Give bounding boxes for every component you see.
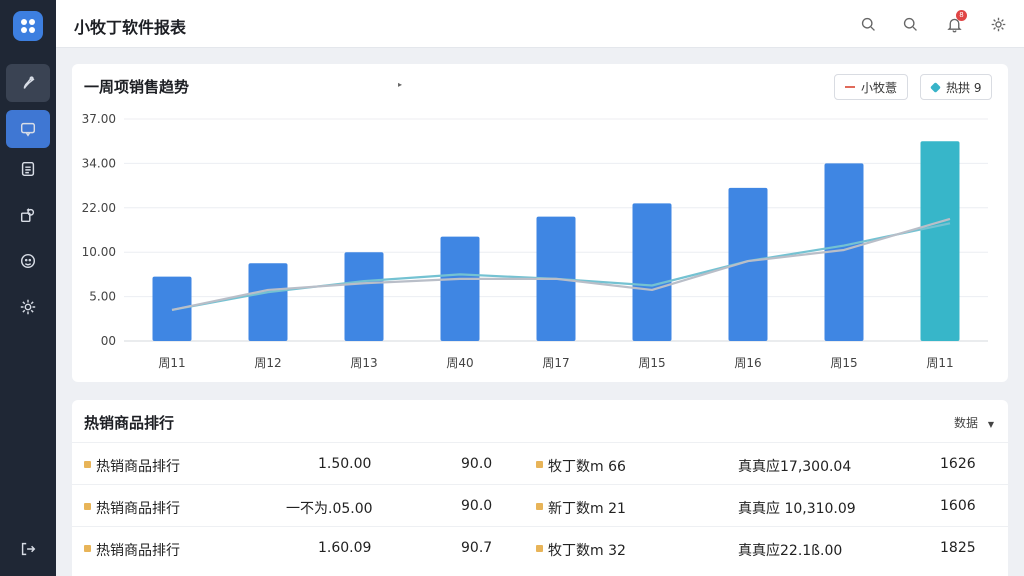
search-button[interactable] [858,14,878,34]
x-tick-label: 周15 [830,356,857,370]
sales-trend-chart: 37.00 34.00 22.00 10.00 5.00 00 周11 周12 周13 周40 周1… [82,112,988,370]
app-title: 小牧丁软件报表 [74,18,187,37]
x-tick-label: 周16 [734,356,761,370]
sales-trend-card: 37.00 34.00 22.00 10.00 5.00 00 周11 周12 周13 周40 周1… [72,64,1008,382]
sidebar-item-layers[interactable] [6,196,50,234]
sidebar-item-settings[interactable] [6,288,50,326]
search-icon [861,17,875,31]
chart-bar [344,252,384,341]
sidebar-item-documents[interactable] [6,150,50,188]
row-count: 1825 [940,540,976,556]
row-value1: 1.60.09 [318,540,372,556]
hexagon-swatch-icon [930,81,941,93]
y-tick-label: 37.00 [82,112,116,126]
row-marker-icon [84,545,91,552]
product-marker-icon [536,503,543,510]
chart-title: 一周项销售趋势 [84,78,190,96]
row-product: 牧丁数m 66 [548,459,626,475]
table-title: 热销商品排行 [84,414,175,432]
legend-series-1[interactable]: 小牧薏 [834,74,909,100]
product-marker-icon [536,545,543,552]
row-amount: 真真应 10,310.09 [738,501,856,517]
x-tick-label: 周17 [542,356,569,370]
notifications-button[interactable]: 8 [944,10,967,34]
y-tick-label: 34.00 [82,156,116,170]
gear-icon [991,17,1005,31]
row-value2: 90.0 [461,456,493,472]
top-header: 小牧丁软件报表 8 [56,0,1024,48]
x-tick-label: 周40 [446,356,473,370]
search-button-2[interactable] [900,14,920,34]
row-value1: 1.50.00 [318,456,372,472]
legend-series-2[interactable]: 热拱 9 [920,74,993,100]
sidebar-item-brush[interactable] [6,64,50,102]
y-tick-label: 5.00 [89,290,116,304]
y-tick-label: 00 [101,334,116,348]
logout-icon [21,542,36,556]
chart-title-caret-icon[interactable]: ▸ [398,80,402,89]
row-name: 热销商品排行 [96,459,180,475]
row-count: 1606 [940,498,976,514]
chart-bar [248,263,288,341]
settings-button[interactable] [988,14,1008,34]
product-marker-icon [536,461,543,468]
row-value2: 90.0 [461,498,493,514]
x-tick-label: 周13 [350,356,377,370]
chart-bar [632,203,672,341]
row-value1: 一不为.05.00 [286,501,373,517]
row-marker-icon [84,503,91,510]
face-icon [20,253,36,269]
legend-label-1: 小牧薏 [861,80,898,95]
row-product: 牧丁数m 32 [548,543,626,559]
y-tick-label: 22.00 [82,201,116,215]
logout-button[interactable] [6,530,50,568]
row-amount: 真真应22.1ß.00 [738,543,843,559]
row-count: 1626 [940,456,976,472]
data-filter-dropdown[interactable]: 数据 ▼ [954,414,994,431]
table-row[interactable]: 热销商品排行 一不为.05.00 90.0 新丁数m 21 真真应 10,310… [72,484,1008,526]
row-value2: 90.7 [461,540,493,556]
sidebar-item-profile[interactable] [6,242,50,280]
search-icon [903,17,917,31]
layers-icon [20,208,35,223]
table-row[interactable]: 热销商品排行 1.60.09 90.7 牧丁数m 32 真真应22.1ß.00 … [72,526,1008,568]
data-filter-label: 数据 [954,416,979,430]
document-icon [21,161,35,177]
logo-icon [21,19,35,33]
x-tick-label: 周12 [254,356,281,370]
chevron-down-icon: ▼ [987,420,994,429]
x-tick-label: 周11 [158,356,185,370]
chat-icon [20,122,36,137]
sidebar [0,0,56,576]
gear-icon [20,299,36,315]
chart-bar [440,236,480,341]
row-amount: 真真应17,300.04 [738,459,852,475]
table-row[interactable]: 热销商品排行 1.50.00 90.0 牧丁数m 66 真真应17,300.04… [72,442,1008,484]
row-marker-icon [84,461,91,468]
row-product: 新丁数m 21 [548,501,626,517]
chart-bar [920,141,960,341]
notification-badge: 8 [956,10,967,21]
legend-label-2: 热拱 9 [946,80,982,95]
sidebar-item-messages[interactable] [6,110,50,148]
line-swatch-icon [845,86,855,88]
hot-products-card: 热销商品排行 数据 ▼ 热销商品排行 1.50.00 90.0 牧丁数m 66 … [72,400,1008,576]
x-tick-label: 周11 [926,356,953,370]
y-tick-label: 10.00 [82,245,116,259]
row-name: 热销商品排行 [96,501,180,517]
app-logo[interactable] [13,11,43,41]
x-tick-label: 周15 [638,356,665,370]
brush-icon [23,76,35,89]
row-name: 热销商品排行 [96,543,180,559]
